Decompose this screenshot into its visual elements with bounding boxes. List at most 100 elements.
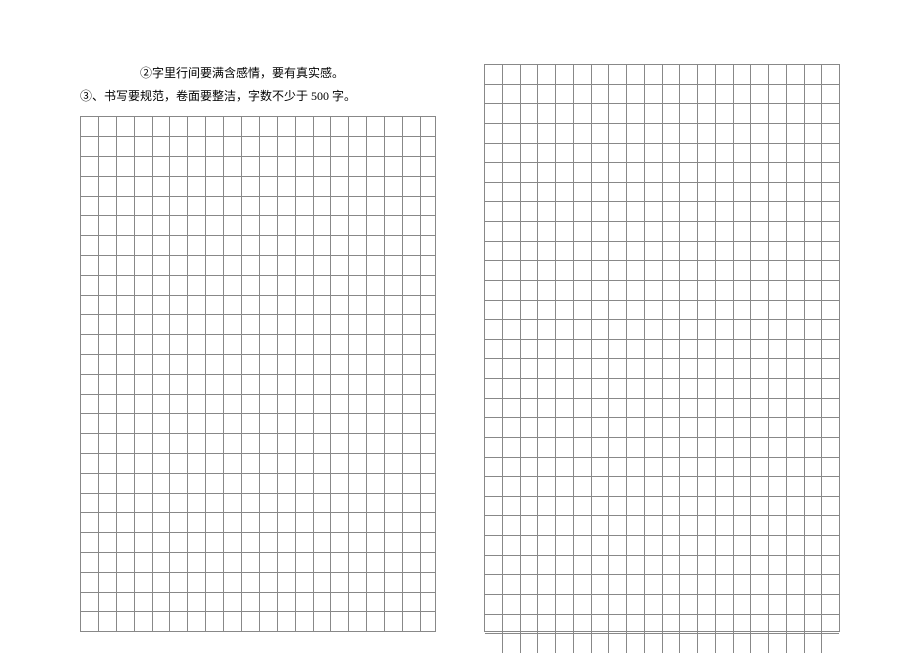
grid-cell — [609, 575, 627, 594]
grid-cell — [296, 256, 314, 275]
grid-cell — [206, 137, 224, 156]
grid-cell — [135, 533, 153, 552]
grid-cell — [331, 335, 349, 354]
grid-cell — [153, 315, 171, 334]
grid-cell — [188, 137, 206, 156]
grid-row — [81, 236, 435, 256]
grid-cell — [485, 497, 503, 516]
grid-cell — [645, 124, 663, 143]
grid-cell — [170, 236, 188, 255]
grid-cell — [734, 497, 752, 516]
grid-cell — [296, 157, 314, 176]
grid-cell — [188, 216, 206, 235]
grid-cell — [296, 197, 314, 216]
grid-cell — [153, 553, 171, 572]
grid-cell — [751, 301, 769, 320]
grid-row — [81, 197, 435, 217]
grid-cell — [170, 573, 188, 592]
grid-cell — [556, 65, 574, 84]
grid-cell — [787, 281, 805, 300]
grid-cell — [278, 533, 296, 552]
grid-cell — [716, 379, 734, 398]
grid-cell — [503, 340, 521, 359]
grid-cell — [645, 301, 663, 320]
grid-cell — [206, 256, 224, 275]
grid-cell — [556, 536, 574, 555]
grid-cell — [716, 516, 734, 535]
grid-cell — [538, 399, 556, 418]
grid-cell — [485, 124, 503, 143]
left-column: ②字里行间要满含感情，要有真实感。 ③、书写要规范，卷面要整洁，字数不少于 50… — [80, 64, 436, 632]
grid-cell — [663, 536, 681, 555]
grid-cell — [609, 301, 627, 320]
grid-cell — [242, 474, 260, 493]
grid-cell — [627, 144, 645, 163]
grid-cell — [117, 157, 135, 176]
grid-cell — [787, 595, 805, 614]
grid-cell — [592, 104, 610, 123]
grid-cell — [521, 85, 539, 104]
grid-cell — [421, 137, 439, 156]
grid-cell — [117, 296, 135, 315]
grid-cell — [627, 85, 645, 104]
grid-cell — [645, 615, 663, 634]
grid-cell — [521, 399, 539, 418]
grid-cell — [224, 513, 242, 532]
grid-cell — [574, 516, 592, 535]
grid-cell — [751, 379, 769, 398]
instruction-line-2: ②字里行间要满含感情，要有真实感。 — [80, 64, 436, 83]
grid-cell — [538, 418, 556, 437]
grid-cell — [556, 438, 574, 457]
grid-cell — [135, 236, 153, 255]
grid-cell — [485, 261, 503, 280]
grid-cell — [170, 414, 188, 433]
grid-cell — [385, 157, 403, 176]
grid-cell — [592, 144, 610, 163]
grid-cell — [698, 65, 716, 84]
grid-cell — [574, 615, 592, 634]
grid-cell — [521, 516, 539, 535]
grid-cell — [592, 163, 610, 182]
grid-cell — [260, 355, 278, 374]
grid-cell — [609, 536, 627, 555]
grid-cell — [734, 261, 752, 280]
grid-cell — [314, 375, 332, 394]
grid-row — [485, 359, 839, 379]
grid-cell — [769, 183, 787, 202]
grid-cell — [521, 438, 539, 457]
grid-cell — [485, 399, 503, 418]
grid-cell — [521, 163, 539, 182]
grid-cell — [574, 242, 592, 261]
grid-cell — [645, 536, 663, 555]
grid-cell — [421, 414, 439, 433]
grid-cell — [734, 536, 752, 555]
grid-cell — [627, 575, 645, 594]
grid-cell — [538, 320, 556, 339]
grid-row — [81, 335, 435, 355]
grid-cell — [331, 197, 349, 216]
grid-cell — [331, 236, 349, 255]
grid-row — [485, 556, 839, 576]
grid-cell — [314, 593, 332, 612]
grid-cell — [769, 477, 787, 496]
grid-cell — [206, 533, 224, 552]
grid-cell — [556, 615, 574, 634]
grid-cell — [698, 438, 716, 457]
grid-cell — [206, 612, 224, 631]
grid-cell — [278, 494, 296, 513]
grid-row — [81, 434, 435, 454]
grid-cell — [716, 261, 734, 280]
grid-cell — [680, 399, 698, 418]
grid-cell — [314, 355, 332, 374]
grid-cell — [556, 183, 574, 202]
grid-cell — [99, 395, 117, 414]
grid-cell — [242, 454, 260, 473]
grid-cell — [645, 477, 663, 496]
grid-cell — [170, 494, 188, 513]
grid-cell — [278, 414, 296, 433]
grid-row — [485, 399, 839, 419]
grid-cell — [521, 477, 539, 496]
grid-cell — [787, 458, 805, 477]
grid-cell — [822, 438, 839, 457]
grid-cell — [296, 454, 314, 473]
